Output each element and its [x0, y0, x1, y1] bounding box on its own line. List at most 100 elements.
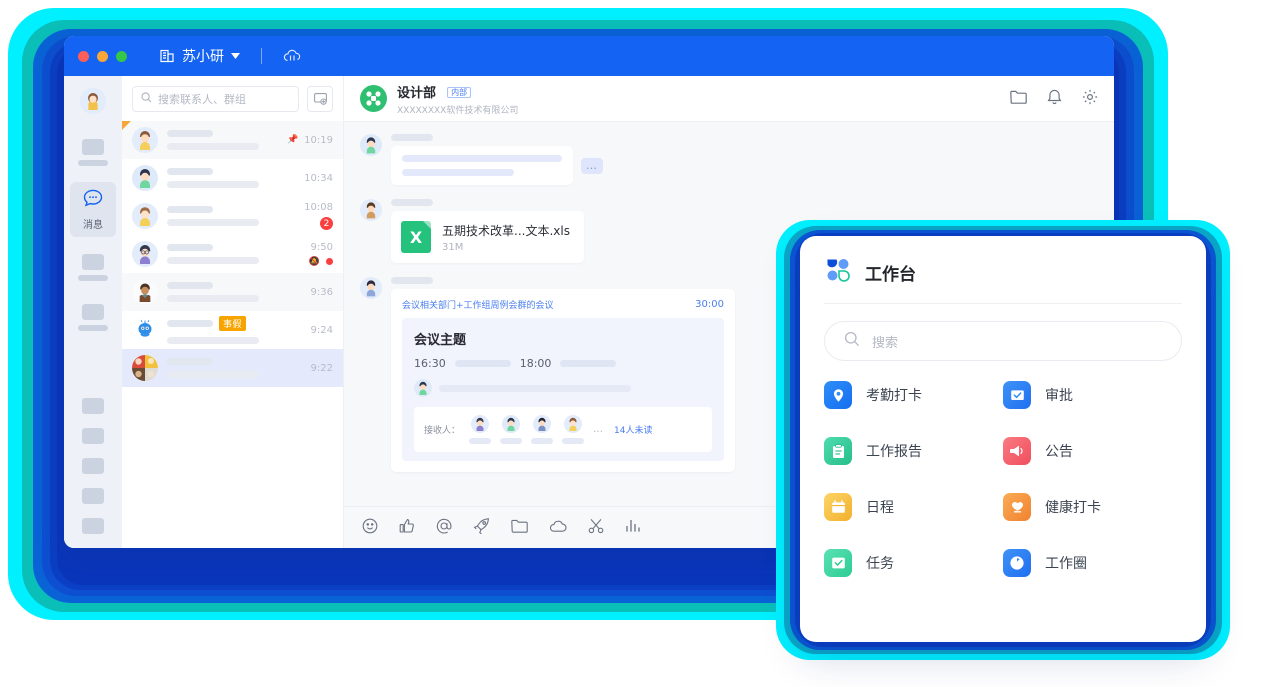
nav-label-placeholder [78, 160, 108, 166]
workbench-search-input[interactable]: 搜索 [824, 321, 1182, 361]
mention-icon[interactable] [436, 518, 452, 538]
list-item[interactable]: 10:34 [122, 159, 343, 197]
list-item-content [167, 130, 278, 150]
nav-icon-placeholder [82, 139, 104, 155]
sidebar-item-placeholder-3[interactable] [70, 297, 116, 337]
gear-icon[interactable] [1082, 89, 1098, 109]
circle-share-icon [1003, 549, 1031, 577]
workbench-app-report[interactable]: 工作报告 [824, 437, 1003, 465]
list-item[interactable]: 9:50 🔕 [122, 235, 343, 273]
list-item[interactable]: 事假 9:24 [122, 311, 343, 349]
group-info: 设计部 内部 XXXXXXXX软件技术有限公司 [397, 82, 518, 116]
workbench-app-work-circle[interactable]: 工作圈 [1003, 549, 1182, 577]
workbench-app-health[interactable]: 健康打卡 [1003, 493, 1182, 521]
folder-icon[interactable] [511, 518, 528, 537]
list-item[interactable]: 📌 10:19 [122, 121, 343, 159]
meeting-card[interactable]: 会议相关部门+工作组周例会群的会议 30:00 会议主题 16:30 18:00 [391, 289, 735, 472]
message-text: … [360, 134, 1098, 185]
recipient-name-placeholder [562, 438, 585, 444]
avatar [132, 127, 158, 153]
message-more-button[interactable]: … [581, 157, 603, 174]
rail-bottom-item-2[interactable] [82, 428, 104, 444]
sender-name-placeholder [391, 277, 433, 284]
list-item[interactable]: 10:08 2 [122, 197, 343, 235]
sidebar-item-messages[interactable]: 消息 [70, 182, 116, 237]
rail-bottom-item-4[interactable] [82, 488, 104, 504]
new-chat-icon[interactable] [307, 86, 333, 112]
chevron-down-icon[interactable] [231, 53, 240, 59]
sidebar-item-placeholder-1[interactable] [70, 132, 116, 172]
recipient[interactable] [469, 415, 492, 444]
close-window-button[interactable] [78, 50, 89, 62]
list-item[interactable]: 9:36 [122, 273, 343, 311]
list-item[interactable]: 9:22 [122, 349, 343, 387]
titlebar-divider [261, 48, 262, 64]
rail-bottom-group [82, 398, 104, 548]
list-item-content [167, 206, 295, 226]
unread-badge: 2 [320, 217, 333, 230]
preview-placeholder [167, 295, 259, 302]
avatar [132, 355, 158, 381]
pin-icon: 📌 [286, 135, 299, 145]
recipient-name-placeholder [500, 438, 523, 444]
file-attachment[interactable]: X 五期技术改革...文本.xls 31M [391, 211, 584, 263]
sidebar-item-placeholder-2[interactable] [70, 247, 116, 287]
rail-bottom-item-5[interactable] [82, 518, 104, 534]
recipient[interactable] [531, 415, 554, 444]
workbench-app-calendar[interactable]: 日程 [824, 493, 1003, 521]
thumbs-up-icon[interactable] [399, 518, 415, 538]
file-info: 五期技术改革...文本.xls 31M [442, 222, 570, 253]
avatar [360, 277, 382, 299]
workbench-app-approval[interactable]: 审批 [1003, 381, 1182, 409]
group-avatar [360, 85, 387, 112]
workbench-logo-icon [824, 256, 852, 288]
list-item-content [167, 244, 300, 264]
name-placeholder [167, 206, 213, 213]
bell-icon[interactable] [1047, 89, 1062, 109]
message-body: … [391, 134, 603, 185]
emoji-icon[interactable] [362, 518, 378, 538]
sender-name-placeholder [391, 199, 433, 206]
recipient[interactable] [500, 415, 523, 444]
meeting-duration: 30:00 [695, 299, 724, 310]
cloud-icon[interactable] [549, 518, 567, 537]
unread-count-label[interactable]: 14人未读 [614, 423, 652, 436]
recipient-name-placeholder [531, 438, 554, 444]
list-item-meta: 📌 10:19 [287, 135, 333, 146]
avatar [132, 279, 158, 305]
message-bubble[interactable] [391, 146, 573, 185]
list-item-time: 9:36 [310, 286, 333, 298]
chart-icon[interactable] [625, 518, 641, 537]
list-item-time: 9:22 [310, 362, 333, 374]
rail-bottom-item-1[interactable] [82, 398, 104, 414]
rocket-icon[interactable] [473, 517, 490, 538]
rail-bottom-item-3[interactable] [82, 458, 104, 474]
app-label: 任务 [866, 556, 894, 572]
avatar [564, 415, 583, 433]
workbench-app-attendance[interactable]: 考勤打卡 [824, 381, 1003, 409]
scissors-icon[interactable] [588, 518, 604, 538]
recipient[interactable] [562, 415, 585, 444]
excel-file-icon: X [401, 221, 431, 253]
cloud-icon[interactable] [283, 49, 302, 64]
recipients-overflow[interactable]: … [593, 424, 603, 435]
workbench-app-announcement[interactable]: 公告 [1003, 437, 1182, 465]
minimize-window-button[interactable] [97, 50, 108, 62]
maximize-window-button[interactable] [116, 50, 127, 62]
list-item-meta: 9:22 [311, 363, 333, 374]
list-item-content [167, 282, 302, 302]
workbench-app-task[interactable]: 任务 [824, 549, 1003, 577]
user-avatar[interactable] [80, 88, 106, 114]
org-switcher[interactable]: 苏小研 [159, 46, 302, 66]
list-item-time: 9:50 [310, 241, 333, 253]
folder-icon[interactable] [1010, 89, 1027, 109]
workbench-panel: 工作台 搜索 考勤打卡 审批 工作报告 公告 日程 健康打卡 任务 工作圈 [800, 236, 1206, 642]
search-input[interactable]: 搜索联系人、群组 [132, 86, 299, 112]
mute-icon: 🔕 [308, 256, 320, 267]
name-placeholder [167, 130, 213, 137]
avatar [471, 415, 490, 433]
task-check-icon [824, 549, 852, 577]
calendar-icon [824, 493, 852, 521]
megaphone-icon [1003, 437, 1031, 465]
message-body: 会议相关部门+工作组周例会群的会议 30:00 会议主题 16:30 18:00 [391, 277, 735, 472]
